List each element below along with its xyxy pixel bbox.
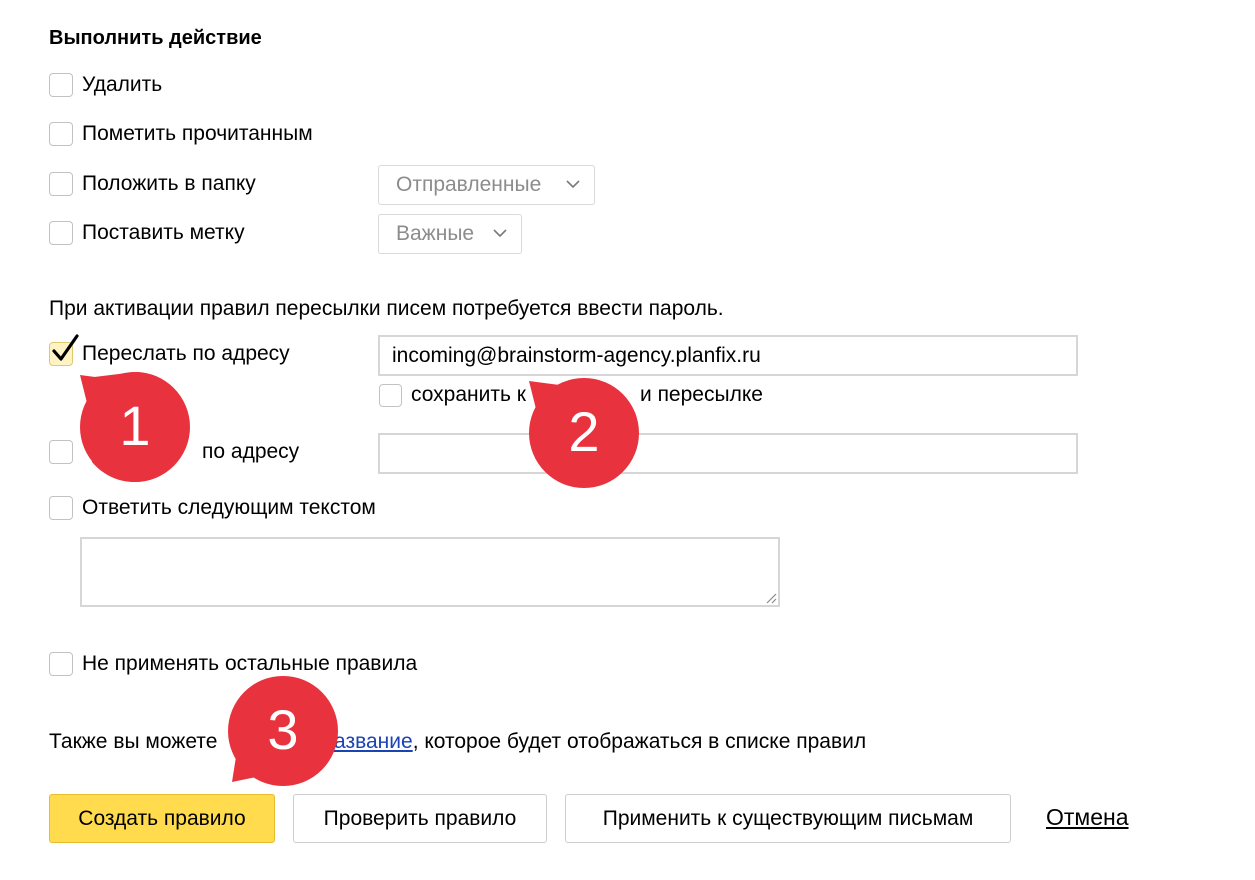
notify-label[interactable]: по адресу [202, 439, 299, 465]
cancel-link[interactable]: Отмена [1046, 803, 1129, 831]
footer-text-after: , которое будет отображаться в списке пр… [412, 730, 867, 753]
set-label-label[interactable]: Поставить метку [82, 220, 245, 246]
marker-3: 3 [226, 674, 340, 788]
folder-select-value: Отправленные [396, 173, 542, 196]
reply-textarea[interactable] [80, 537, 780, 607]
keep-copy-label-right[interactable]: и пересылке [640, 382, 763, 408]
rule-name-link[interactable]: азвание [334, 730, 413, 753]
marker-2-number: 2 [568, 400, 600, 463]
move-folder-checkbox[interactable] [49, 172, 73, 196]
check-rule-button[interactable]: Проверить правило [293, 794, 547, 843]
delete-label[interactable]: Удалить [82, 72, 162, 98]
forwarding-password-notice: При активации правил пересылки писем пот… [49, 297, 724, 320]
forward-label[interactable]: Переслать по адресу [82, 341, 290, 367]
checkmark-icon [52, 334, 79, 361]
marker-1: 1 [78, 370, 192, 484]
notify-checkbox[interactable] [49, 440, 73, 464]
footer-line: азвание, которое будет отображаться в сп… [334, 729, 866, 755]
set-label-checkbox[interactable] [49, 221, 73, 245]
forward-checkbox[interactable] [49, 334, 79, 366]
move-folder-label[interactable]: Положить в папку [82, 171, 256, 197]
keep-copy-label-left[interactable]: сохранить к [411, 382, 526, 408]
reply-checkbox[interactable] [49, 496, 73, 520]
label-select-value: Важные [396, 222, 475, 245]
chevron-down-icon [566, 180, 580, 189]
folder-select[interactable]: Отправленные [378, 165, 595, 205]
marker-1-number: 1 [119, 394, 151, 457]
resize-grip-icon[interactable] [765, 592, 777, 604]
delete-checkbox[interactable] [49, 73, 73, 97]
marker-2: 2 [527, 376, 641, 490]
apply-existing-button[interactable]: Применить к существующим письмам [565, 794, 1011, 843]
stop-rules-checkbox[interactable] [49, 652, 73, 676]
create-rule-button[interactable]: Создать правило [49, 794, 275, 843]
mark-read-label[interactable]: Пометить прочитанным [82, 121, 313, 147]
notify-email-input[interactable] [378, 433, 1078, 474]
mark-read-checkbox[interactable] [49, 122, 73, 146]
reply-label[interactable]: Ответить следующим текстом [82, 495, 376, 521]
section-title: Выполнить действие [49, 27, 262, 49]
forward-email-input[interactable]: incoming@brainstorm-agency.planfix.ru [378, 335, 1078, 376]
footer-text-before: Также вы можете [49, 730, 218, 753]
chevron-down-icon [493, 229, 507, 238]
keep-copy-checkbox[interactable] [379, 384, 402, 407]
marker-3-number: 3 [267, 698, 299, 761]
label-select[interactable]: Важные [378, 214, 522, 254]
